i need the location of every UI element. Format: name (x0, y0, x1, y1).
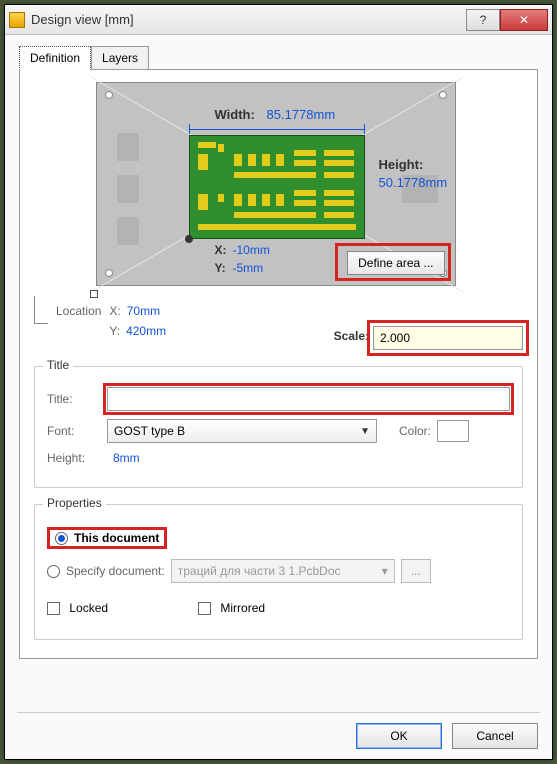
origin-marker (185, 235, 193, 243)
preview-block (117, 175, 139, 203)
tab-definition[interactable]: Definition (19, 46, 91, 70)
title-height-label: Height: (47, 451, 107, 465)
window-title: Design view [mm] (31, 12, 466, 27)
title-input[interactable] (107, 387, 510, 411)
height-label: Height: (379, 157, 424, 172)
chevron-down-icon: ▾ (382, 564, 388, 578)
preview-area[interactable]: Width: 85.1778mm Height: 50.1778mm X: -1… (96, 82, 456, 286)
location-y-label: Y: (109, 324, 120, 338)
title-field-label: Title: (47, 392, 107, 406)
width-dimension-line (189, 129, 365, 130)
tab-panel-definition: Width: 85.1778mm Height: 50.1778mm X: -1… (19, 69, 538, 659)
mirrored-label: Mirrored (220, 601, 265, 615)
corner-handle[interactable] (439, 91, 447, 99)
this-document-label: This document (74, 531, 159, 545)
font-label: Font: (47, 424, 107, 438)
corner-handle[interactable] (105, 91, 113, 99)
ok-button[interactable]: OK (356, 723, 442, 749)
title-height-value[interactable]: 8mm (113, 451, 140, 465)
preview-block (117, 133, 139, 161)
width-label: Width: (215, 107, 255, 122)
radio-this-document[interactable] (55, 532, 68, 545)
origin-x-value: -10mm (233, 243, 270, 257)
scale-label: Scale: (334, 329, 369, 343)
dialog-window: Design view [mm] ? ✕ Definition Layers (4, 4, 553, 760)
color-label: Color: (399, 424, 431, 438)
preview-area-wrap: Width: 85.1778mm Height: 50.1778mm X: -1… (96, 82, 462, 292)
location-x-value[interactable]: 70mm (127, 304, 160, 318)
location-label: Location (56, 304, 101, 338)
color-swatch[interactable] (437, 420, 469, 442)
checkbox-locked[interactable] (47, 602, 60, 615)
specify-document-label: Specify document: (66, 564, 165, 578)
properties-group: Properties This document Specify documen… (34, 504, 523, 640)
radio-specify-document[interactable] (47, 565, 60, 578)
tab-layers[interactable]: Layers (91, 46, 149, 70)
app-icon (9, 12, 25, 28)
title-group: Title Title: Font: GOST type B ▼ Color: (34, 366, 523, 488)
cancel-button[interactable]: Cancel (452, 723, 538, 749)
title-legend: Title (43, 358, 73, 372)
chevron-down-icon: ▼ (360, 426, 370, 437)
close-button[interactable]: ✕ (500, 9, 548, 31)
font-combo[interactable]: GOST type B ▼ (107, 419, 377, 443)
specify-document-value: траций для части 3 1.PcbDoc (178, 564, 341, 578)
footer-separator (17, 712, 540, 713)
pcb-preview (189, 135, 365, 239)
browse-button: ... (401, 559, 431, 583)
define-area-button[interactable]: Define area ... (347, 251, 444, 275)
origin-y-value: -5mm (233, 261, 264, 275)
help-button[interactable]: ? (466, 9, 500, 31)
corner-handle[interactable] (105, 269, 113, 277)
specify-document-combo: траций для части 3 1.PcbDoc ▾ (171, 559, 395, 583)
tabstrip: Definition Layers (19, 45, 538, 69)
properties-legend: Properties (43, 496, 106, 510)
location-handle[interactable] (90, 290, 98, 298)
origin-y-label: Y: (215, 261, 226, 275)
font-value: GOST type B (114, 424, 185, 438)
locked-label: Locked (69, 601, 108, 615)
scale-input[interactable] (373, 326, 523, 350)
location-y-value[interactable]: 420mm (126, 324, 166, 338)
titlebar[interactable]: Design view [mm] ? ✕ (5, 5, 552, 35)
checkbox-mirrored[interactable] (198, 602, 211, 615)
height-value: 50.1778mm (379, 175, 448, 190)
origin-x-label: X: (215, 243, 227, 257)
width-value: 85.1778mm (267, 107, 336, 122)
preview-block (117, 217, 139, 245)
location-x-label: X: (109, 304, 120, 318)
